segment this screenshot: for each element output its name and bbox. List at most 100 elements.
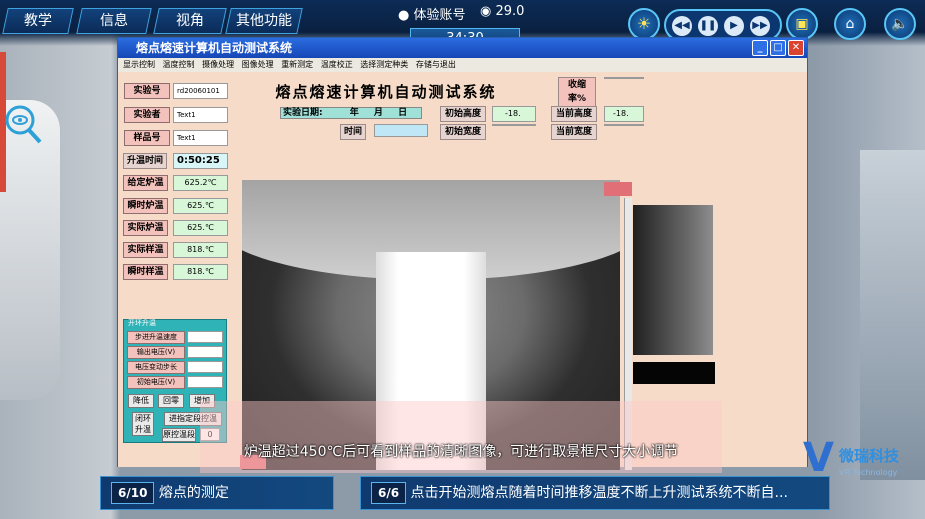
menu-temp-control[interactable]: 温度控制 [163, 60, 195, 69]
menu-display-control[interactable]: 显示控制 [123, 60, 155, 69]
volume-icon[interactable]: 🔈 [884, 8, 916, 40]
menu-camera-processing[interactable]: 摄像处理 [202, 60, 234, 69]
play-icon[interactable]: ▶ [724, 16, 744, 36]
score-value: 29.0 [495, 4, 525, 19]
secondary-camera-bar [633, 362, 715, 384]
home-icon[interactable]: ⌂ [834, 8, 866, 40]
year-label: 年 [349, 108, 359, 118]
exp-number-label: 实验号 [124, 83, 170, 99]
account-name: 体验账号 [413, 8, 466, 23]
task-step-text: 点击开始测熔点随着时间推移温度不断上升测试系统不断自... [410, 485, 788, 501]
sample-number-label: 样品号 [124, 130, 170, 146]
voltage-step-label: 电压变动步长 [127, 361, 185, 374]
current-height-label: 当前高度 [551, 106, 597, 122]
chapter-step-title: 熔点的测定 [158, 485, 229, 501]
account-display: ● 体验账号 [398, 4, 466, 23]
sample-number-field[interactable]: Text1 [173, 130, 228, 146]
maximize-button[interactable]: □ [770, 40, 786, 56]
actual-sample-temp-label: 实际样温 [123, 242, 168, 258]
time-label: 时间 [340, 124, 366, 140]
instant-sample-temp-value: 818.℃ [173, 264, 228, 280]
output-voltage-label: 输出电压(V) [127, 346, 185, 359]
window-menubar: 显示控制 温度控制 摄像处理 图像处理 重新测定 温度校正 选择测定种类 存储与… [118, 58, 807, 72]
set-furnace-temp-label: 给定炉温 [123, 175, 168, 191]
day-label: 日 [398, 108, 408, 118]
subtitle-backdrop [200, 401, 722, 473]
zoom-search-icon[interactable] [2, 100, 46, 146]
notebook-icon[interactable]: ▣ [786, 8, 818, 40]
current-height-value: -18. [604, 106, 644, 122]
vr-technology-logo: V 微瑞科技 VR Technology [803, 437, 913, 487]
minimize-button[interactable]: _ [752, 40, 768, 56]
menu-save-exit[interactable]: 存储与退出 [416, 60, 456, 69]
set-furnace-temp-value: 625.2℃ [173, 175, 228, 191]
instant-furnace-temp-value: 625.℃ [173, 198, 228, 214]
initial-height-label: 初始高度 [440, 106, 486, 122]
current-width-label: 当前宽度 [551, 124, 597, 140]
actual-sample-temp-value: 818.℃ [173, 242, 228, 258]
original-temp-segment-button[interactable]: 原控温段 [162, 428, 196, 442]
chapter-step[interactable]: 6/10 熔点的测定 [100, 476, 334, 510]
shrink-rate-value [604, 77, 644, 79]
rewind-icon[interactable]: ◀◀ [672, 16, 692, 36]
fast-forward-icon[interactable]: ▶▶ [750, 16, 770, 36]
initial-voltage-input[interactable] [187, 376, 223, 388]
exp-number-field[interactable]: rd20060101 [173, 83, 228, 99]
heat-time-label: 升温时间 [123, 153, 167, 169]
window-title: 熔点熔速计算机自动测试系统 [136, 41, 293, 55]
score-display: ◉ 29.0 [480, 4, 524, 19]
menu-info-label: 信息 [100, 13, 128, 29]
voltage-step-input[interactable] [187, 361, 223, 373]
actual-furnace-temp-value: 625.℃ [173, 220, 228, 236]
user-icon: ● [398, 8, 410, 23]
medal-icon: ◉ [480, 4, 492, 19]
menu-view-label: 视角 [176, 13, 204, 29]
month-label: 月 [373, 108, 383, 118]
initial-width-label: 初始宽度 [440, 124, 486, 140]
initial-voltage-label: 初始电压(V) [127, 376, 185, 389]
window-titlebar[interactable]: 熔点熔速计算机自动测试系统 _ □ ✕ [118, 38, 807, 58]
subtitle-text: 炉温超过450℃后可看到样品的清晰图像，可进行取景框尺寸大小调节 [243, 444, 679, 460]
menu-teaching-label: 教学 [24, 13, 52, 29]
menu-temp-calibration[interactable]: 温度校正 [321, 60, 353, 69]
chapter-step-number: 6/10 [111, 482, 155, 504]
actual-furnace-temp-label: 实际炉温 [123, 220, 168, 236]
logo-chinese: 微瑞科技 [839, 447, 900, 465]
time-field [374, 124, 428, 137]
menu-remeasure[interactable]: 重新测定 [281, 60, 313, 69]
step-heat-rate-label: 步进升温速度 [127, 331, 185, 344]
experimenter-label: 实验者 [124, 107, 170, 123]
heat-time-value: 0:50:25 [173, 153, 228, 169]
pause-icon[interactable]: ❚❚ [698, 16, 718, 36]
menu-other-label: 其他功能 [236, 13, 292, 29]
decrease-button[interactable]: 降低 [128, 394, 154, 408]
shrink-rate-label: 收缩率% [558, 77, 596, 107]
instant-furnace-temp-label: 瞬时炉温 [123, 198, 168, 214]
menu-image-processing[interactable]: 图像处理 [242, 60, 274, 69]
logo-v-mark: V [803, 435, 834, 481]
lab-equipment-right [860, 150, 925, 480]
app-heading: 熔点熔速计算机自动测试系统 [275, 83, 497, 101]
logo-english: VR Technology [839, 468, 898, 477]
initial-height-value: -18. [492, 106, 536, 122]
experimenter-field[interactable]: Text1 [173, 107, 228, 123]
current-width-value [604, 124, 644, 126]
lightbulb-hint-icon[interactable]: ☀ [628, 8, 660, 40]
viewfinder-handle-top[interactable] [604, 182, 632, 196]
menu-view[interactable]: 视角 [153, 8, 227, 34]
menu-select-type[interactable]: 选择测定种类 [360, 60, 408, 69]
output-voltage-input[interactable] [187, 346, 223, 358]
menu-other-functions[interactable]: 其他功能 [225, 8, 303, 34]
task-step[interactable]: 6/6 点击开始测熔点随着时间推移温度不断上升测试系统不断自... [360, 476, 830, 510]
instant-sample-temp-label: 瞬时样温 [123, 264, 168, 280]
initial-width-value [492, 124, 536, 126]
close-button[interactable]: ✕ [788, 40, 804, 56]
reset-zero-button[interactable]: 回零 [158, 394, 184, 408]
group-title: 开环升温 [128, 319, 156, 327]
menu-info[interactable]: 信息 [76, 8, 152, 34]
step-heat-rate-input[interactable] [187, 331, 223, 343]
exp-date-row: 实验日期: 年 月 日 [280, 107, 422, 119]
closed-loop-heat-button[interactable]: 闭环 升温 [132, 412, 154, 436]
exp-date-label: 实验日期: [283, 108, 323, 118]
menu-teaching[interactable]: 教学 [2, 8, 74, 34]
